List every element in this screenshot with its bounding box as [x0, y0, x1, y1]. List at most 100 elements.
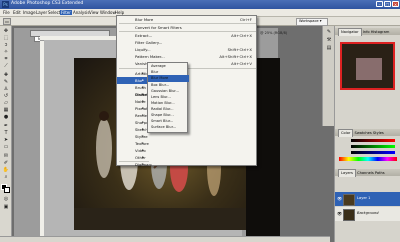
- filter-menu-item[interactable]: Noise ▸: [117, 98, 149, 105]
- minimize-button[interactable]: –: [376, 1, 383, 7]
- layer-name: Background: [357, 211, 379, 215]
- filter-menu-item[interactable]: Digimarc ▸: [117, 161, 152, 168]
- notes-tool-icon[interactable]: ✉: [1, 153, 11, 159]
- layers-panel-header: Layers Channels Paths: [335, 169, 400, 177]
- submenu-arrow-icon: ▸: [142, 155, 144, 159]
- navigator-thumbnail[interactable]: [340, 42, 395, 90]
- app-icon: Ps: [2, 1, 9, 8]
- submenu-arrow-icon: ▸: [142, 71, 144, 75]
- menu-filter[interactable]: Filter: [60, 10, 72, 15]
- layer-row[interactable]: 👁 Layer 1: [335, 192, 400, 206]
- background-color-swatch[interactable]: [4, 187, 10, 193]
- status-bar: [0, 236, 330, 242]
- filter-menu-item[interactable]: Distort ▸: [117, 91, 149, 98]
- lasso-tool-icon[interactable]: ↄ: [1, 42, 11, 48]
- zoom-tool-icon[interactable]: ⌕: [1, 174, 11, 180]
- menu-edit[interactable]: Edit: [13, 10, 21, 15]
- visibility-eye-icon[interactable]: 👁: [337, 211, 342, 216]
- color-spectrum[interactable]: [339, 157, 397, 161]
- crop-tool-icon[interactable]: ⌗: [1, 56, 11, 62]
- filter-menu-item[interactable]: Other ▸: [117, 154, 149, 161]
- tab-channels[interactable]: Channels: [357, 171, 374, 175]
- blur-menu-item[interactable]: Surface Blur...: [148, 124, 189, 131]
- filter-menu-item[interactable]: Stylize ▸: [117, 133, 149, 140]
- pen-tool-icon[interactable]: ✒: [1, 123, 11, 129]
- submenu-arrow-icon: ▸: [142, 127, 144, 131]
- menu-view[interactable]: View: [89, 10, 99, 15]
- color-slider-g[interactable]: [351, 145, 395, 148]
- dodge-tool-icon[interactable]: ●: [1, 114, 11, 120]
- tab-info[interactable]: Info: [363, 30, 370, 34]
- eyedropper-tool-icon[interactable]: ✐: [1, 160, 11, 166]
- filter-menu-item[interactable]: Sketch ▸: [117, 126, 149, 133]
- filter-menu-item[interactable]: Sharpen ▸: [117, 119, 151, 126]
- filter-menu-item[interactable]: Texture ▸: [117, 140, 149, 147]
- quick-mask-icon[interactable]: ◎: [1, 196, 11, 202]
- color-slider-r[interactable]: [351, 139, 395, 142]
- filter-menu-item[interactable]: Extract... Alt+Ctrl+X: [117, 32, 258, 39]
- magic-wand-tool-icon[interactable]: ✧: [1, 49, 11, 55]
- window-title: Adobe Photoshop CS3 Extended: [11, 1, 84, 6]
- color-panel-header: Color Swatches Styles: [335, 129, 400, 137]
- move-tool-icon[interactable]: ✥: [1, 28, 11, 34]
- menu-layer[interactable]: Layer: [36, 10, 47, 15]
- tab-color[interactable]: Color: [338, 129, 354, 137]
- eraser-tool-icon[interactable]: ▱: [1, 100, 11, 106]
- workspace-dropdown[interactable]: Workspace ▾: [296, 18, 328, 26]
- tab-swatches[interactable]: Swatches: [355, 131, 372, 135]
- menu-analysis[interactable]: Analysis: [73, 10, 89, 15]
- submenu-arrow-icon: ▸: [142, 162, 144, 166]
- filter-menu-item[interactable]: Render ▸: [117, 112, 149, 119]
- submenu-arrow-icon: ▸: [142, 92, 144, 96]
- document-info: @ 25% (RGB/8): [260, 31, 288, 35]
- menu-select[interactable]: Select: [48, 10, 60, 15]
- close-button[interactable]: ×: [392, 1, 399, 7]
- filter-menu-item[interactable]: Filter Gallery...: [117, 39, 258, 46]
- tab-layers[interactable]: Layers: [338, 169, 356, 177]
- filter-menu-item[interactable]: Pixelate ▸: [117, 105, 150, 112]
- maximize-button[interactable]: □: [384, 1, 391, 7]
- filter-menu-item[interactable]: Convert for Smart Filters: [117, 24, 258, 31]
- brushes-panel-icon[interactable]: ✎: [324, 29, 334, 35]
- menu-file[interactable]: File: [3, 10, 10, 15]
- blur-submenu: Average Blur Blur More Box Blur... Gauss…: [147, 62, 189, 133]
- color-slider-b[interactable]: [351, 151, 395, 154]
- filter-menu-item[interactable]: Pattern Maker... Alt+Shift+Ctrl+X: [117, 53, 258, 60]
- submenu-arrow-icon: ▸: [142, 113, 144, 117]
- tab-navigator[interactable]: Navigator: [338, 28, 362, 36]
- layer-row[interactable]: 👁 Background: [335, 207, 400, 221]
- layer-comps-icon[interactable]: ▤: [324, 45, 334, 51]
- type-tool-icon[interactable]: T: [1, 130, 11, 136]
- shape-tool-icon[interactable]: ▭: [1, 144, 11, 150]
- title-bar: Ps Adobe Photoshop CS3 Extended – □ ×: [0, 0, 400, 9]
- filter-menu-item[interactable]: Brush Strokes ▸: [117, 84, 149, 97]
- brush-tool-icon[interactable]: ✎: [1, 79, 11, 85]
- tab-styles[interactable]: Styles: [373, 131, 384, 135]
- layer-name: Layer 1: [357, 196, 371, 200]
- tab-paths[interactable]: Paths: [375, 171, 385, 175]
- filter-menu-item[interactable]: Artistic ▸: [117, 70, 149, 77]
- filter-menu-item-blur[interactable]: Blur ▸: [117, 77, 149, 84]
- blur-menu-item-blur-more[interactable]: Blur More: [148, 75, 189, 82]
- clone-stamp-icon[interactable]: ♙: [1, 86, 11, 92]
- tool-presets-icon[interactable]: ⚒: [324, 37, 334, 43]
- filter-menu-item[interactable]: Blur More Ctrl+F: [117, 16, 258, 23]
- hand-tool-icon[interactable]: ✋: [1, 167, 11, 173]
- filter-menu-item[interactable]: Video ▸: [117, 147, 149, 154]
- marquee-tool-icon[interactable]: ⬚: [1, 35, 11, 41]
- filter-menu-item[interactable]: Liquify... Shift+Ctrl+X: [117, 46, 258, 53]
- gradient-tool-icon[interactable]: ▦: [1, 107, 11, 113]
- screen-mode-icon[interactable]: ▣: [1, 204, 11, 210]
- path-selection-icon[interactable]: ➤: [1, 137, 11, 143]
- tab-histogram[interactable]: Histogram: [371, 30, 390, 34]
- slice-tool-icon[interactable]: ⟋: [1, 63, 11, 69]
- navigator-thumb-highlight: [356, 58, 382, 80]
- visibility-eye-icon[interactable]: 👁: [337, 196, 342, 201]
- tool-preset-icon[interactable]: ▭: [3, 18, 11, 25]
- menu-window[interactable]: Window: [100, 10, 116, 15]
- healing-brush-icon[interactable]: ✚: [1, 72, 11, 78]
- submenu-arrow-icon: ▸: [142, 99, 144, 103]
- layer-thumbnail: [343, 194, 355, 206]
- menu-image[interactable]: Image: [23, 10, 36, 15]
- history-brush-icon[interactable]: ↺: [1, 93, 11, 99]
